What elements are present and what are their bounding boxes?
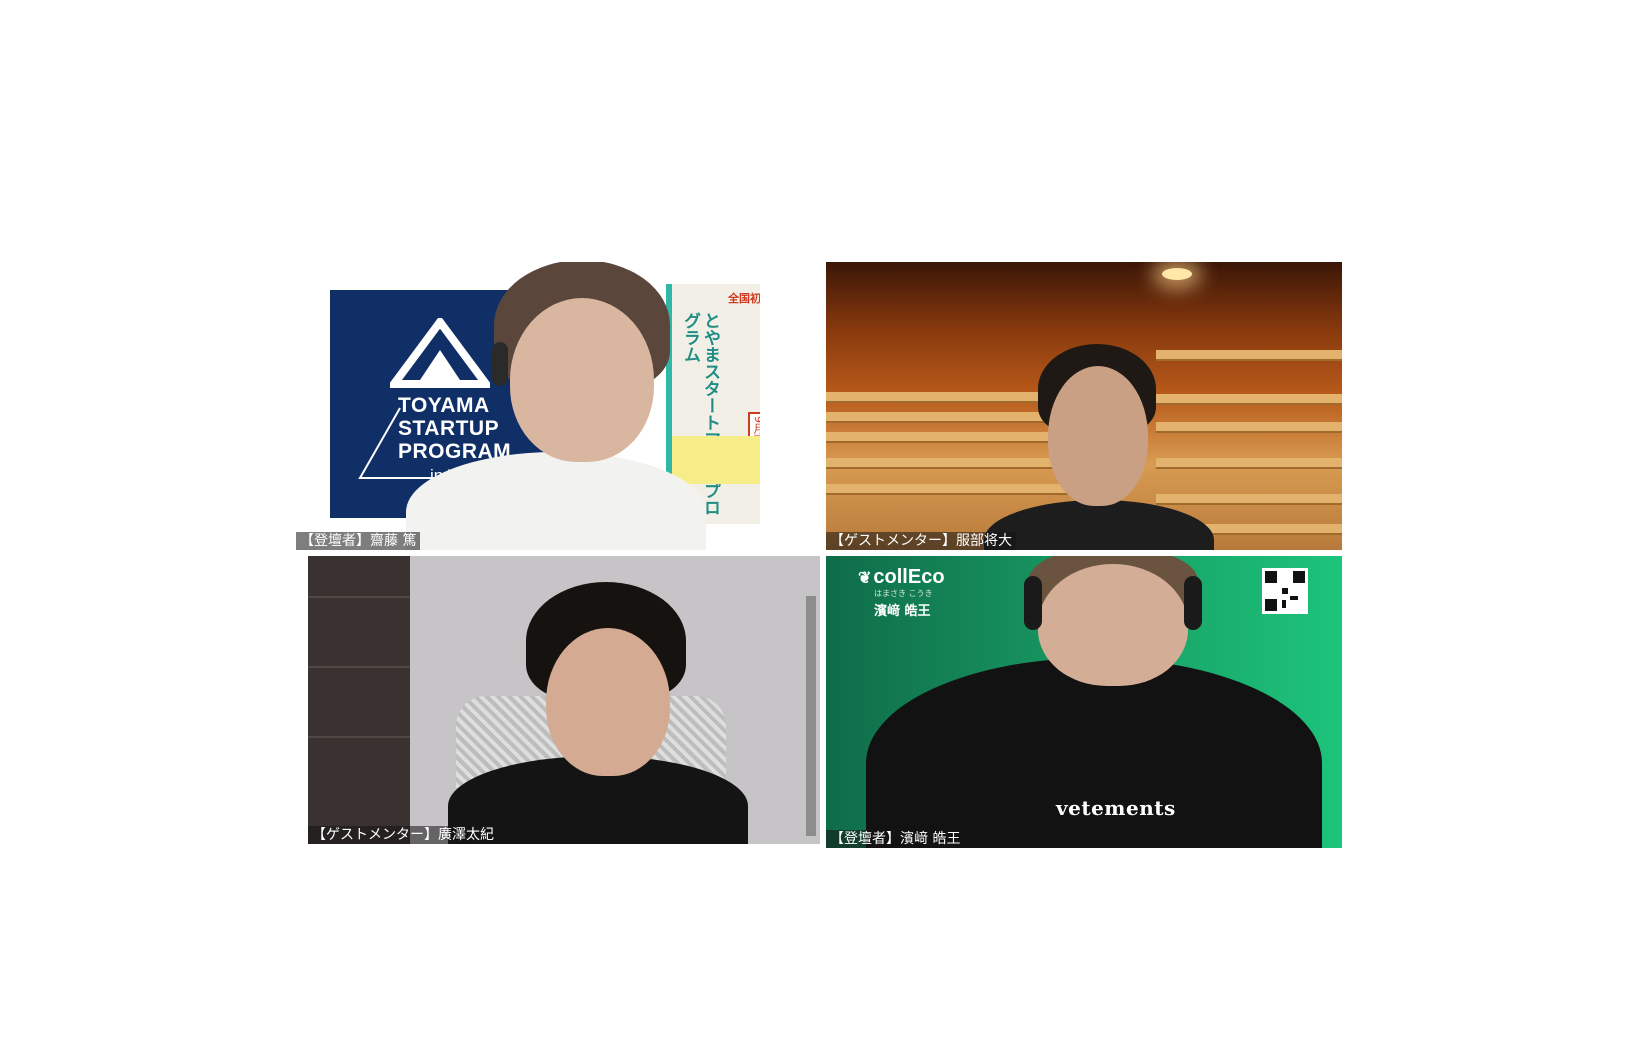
qr-code-icon <box>1262 568 1308 614</box>
banner-brand: TOYAMA STARTUP PROGRAM <box>398 394 511 463</box>
poster-info-block <box>672 436 760 484</box>
sauna-bench <box>826 484 1086 493</box>
participant-name-label: 【登壇者】齋藤 篤 <box>296 532 421 550</box>
sauna-bench <box>826 432 1066 441</box>
sauna-bench <box>826 412 1056 421</box>
video-tile-hattori[interactable]: 【ゲストメンター】服部将大 <box>826 262 1342 550</box>
participant-name-label: 【ゲストメンター】廣澤太紀 <box>308 826 498 844</box>
person-face <box>1038 564 1188 686</box>
background-door <box>308 556 410 844</box>
door-panel-line <box>308 736 410 738</box>
leaf-icon: ❦ <box>858 570 872 587</box>
headphone-icon <box>1024 576 1042 630</box>
sauna-bench <box>1156 458 1342 467</box>
person-face <box>546 628 670 776</box>
banner-line-2: STARTUP <box>398 417 500 440</box>
colleco-logo-text: collEco <box>873 566 945 588</box>
headphone-icon <box>492 342 508 386</box>
participant-name-label: 【登壇者】濱﨑 皓王 <box>826 830 965 848</box>
poster-top-text: 全国初! <box>727 292 760 305</box>
name-ruby: はまさき こうき <box>874 589 933 598</box>
person-face <box>1048 366 1148 506</box>
door-panel-line <box>308 666 410 668</box>
participant-name-label: 【ゲストメンター】服部将大 <box>826 532 1016 550</box>
person-torso <box>984 500 1214 550</box>
headphone-icon <box>1184 576 1202 630</box>
shirt-print: vetements <box>1056 796 1176 820</box>
sauna-bench <box>826 458 1076 467</box>
sauna-bench <box>1156 394 1342 403</box>
colleco-logo: ❦ collEco <box>858 566 945 589</box>
door-panel-line <box>308 596 410 598</box>
video-tile-saito[interactable]: TOYAMA STARTUP PROGRAM in TOKYO 全国初! とやま… <box>296 262 760 550</box>
sauna-bench <box>826 392 1046 401</box>
person-face <box>510 298 654 462</box>
video-tile-hamasaki[interactable]: ❦ collEco はまさき こうき 濱﨑 皓王 vetements 【登壇者】濱… <box>826 556 1342 848</box>
background-name: 濱﨑 皓王 <box>874 604 931 619</box>
sauna-bench <box>1156 494 1342 503</box>
ceiling-light <box>1162 268 1192 280</box>
sauna-bench <box>1156 422 1342 431</box>
sauna-bench <box>1156 350 1342 359</box>
banner-line-1: TOYAMA <box>398 394 490 417</box>
background-shelf <box>806 596 816 836</box>
video-tile-hirosawa[interactable]: 【ゲストメンター】廣澤太紀 <box>308 556 820 844</box>
